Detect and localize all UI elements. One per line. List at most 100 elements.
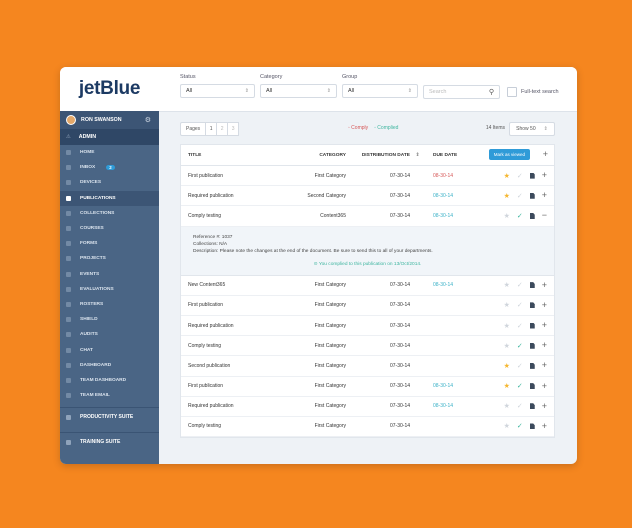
add-icon[interactable]: + — [543, 149, 548, 159]
row-title[interactable]: Required publication — [181, 193, 276, 199]
sidebar-item-collections[interactable]: COLLECTIONS — [60, 206, 159, 221]
expand-icon[interactable]: + — [542, 321, 547, 330]
expand-icon[interactable]: + — [542, 381, 547, 391]
page-3-button[interactable]: 3 — [228, 122, 240, 136]
collapse-icon[interactable]: − — [542, 211, 547, 220]
sidebar-item-home[interactable]: HOME — [60, 145, 159, 160]
row-title[interactable]: New Content365 — [181, 282, 276, 288]
sidebar-item-team-dashboard[interactable]: TEAM DASHBOARD — [60, 373, 159, 388]
sidebar-item-events[interactable]: EVENTS — [60, 267, 159, 282]
row-title[interactable]: First publication — [181, 302, 276, 308]
row-title[interactable]: Second publication — [181, 363, 276, 369]
star-icon[interactable]: ★ — [504, 402, 510, 410]
check-icon[interactable]: ✓ — [517, 362, 523, 370]
table-row[interactable]: Required publication First Category 07-30-… — [181, 316, 554, 337]
search-input[interactable]: Search ⚲ — [423, 85, 500, 99]
document-icon[interactable] — [529, 172, 535, 179]
check-icon[interactable]: ✓ — [517, 422, 523, 430]
sidebar-item-inbox[interactable]: INBOX 2 — [60, 160, 159, 175]
category-select[interactable]: All ⇕ — [260, 84, 337, 98]
header-distribution-date[interactable]: DISTRIBUTION DATE — [346, 153, 410, 158]
sidebar-item-projects[interactable]: PROJECTS — [60, 251, 159, 266]
sidebar-item-devices[interactable]: DEVICES — [60, 175, 159, 190]
user-row[interactable]: RON SWANSON ⚙ — [60, 111, 159, 129]
document-icon[interactable] — [529, 212, 535, 219]
row-title[interactable]: First publication — [181, 383, 276, 389]
expand-icon[interactable]: + — [542, 421, 547, 431]
document-icon[interactable] — [529, 423, 535, 430]
check-icon[interactable]: ✓ — [517, 172, 523, 180]
document-icon[interactable] — [529, 403, 535, 410]
table-row[interactable]: First publication First Category 07-30-14 0… — [181, 166, 554, 187]
check-icon[interactable]: ✓ — [517, 342, 523, 350]
header-category[interactable]: CATEGORY — [276, 153, 346, 158]
expand-icon[interactable]: + — [542, 280, 547, 290]
sidebar-item-shield[interactable]: SHIELD — [60, 312, 159, 327]
star-icon[interactable]: ★ — [504, 342, 510, 350]
star-icon[interactable]: ★ — [504, 281, 510, 289]
document-icon[interactable] — [529, 383, 535, 390]
expand-icon[interactable]: + — [542, 361, 547, 370]
fulltext-toggle[interactable]: Full-text search — [507, 87, 559, 97]
table-row[interactable]: Comply testing Content365 07-30-14 08-30-14… — [181, 206, 554, 227]
star-icon[interactable]: ★ — [504, 172, 510, 180]
star-icon[interactable]: ★ — [504, 192, 510, 200]
show-select[interactable]: Show 50 ⇕ — [509, 122, 555, 136]
document-icon[interactable] — [529, 192, 535, 199]
table-row[interactable]: First publication First Category 07-30-14 0… — [181, 377, 554, 397]
sidebar-item-team-email[interactable]: TEAM EMAIL — [60, 388, 159, 403]
star-icon[interactable]: ★ — [504, 382, 510, 390]
sidebar-item-chat[interactable]: CHAT — [60, 342, 159, 357]
star-icon[interactable]: ★ — [504, 212, 510, 220]
check-icon[interactable]: ✓ — [517, 402, 523, 410]
star-icon[interactable]: ★ — [504, 422, 510, 430]
row-title[interactable]: Required publication — [181, 403, 276, 409]
row-title[interactable]: Required publication — [181, 323, 276, 329]
row-title[interactable]: First publication — [181, 173, 276, 179]
table-row[interactable]: First publication First Category 07-30-14 ★… — [181, 296, 554, 316]
table-row[interactable]: Required publication Second Category 07-30… — [181, 186, 554, 207]
row-title[interactable]: Comply testing — [181, 213, 276, 219]
sidebar-item-publications[interactable]: PUBLICATIONS — [60, 190, 159, 206]
document-icon[interactable] — [529, 302, 535, 309]
sidebar-item-rosters[interactable]: ROSTERS — [60, 297, 159, 312]
table-row[interactable]: Second publication First Category 07-30-14… — [181, 356, 554, 377]
expand-icon[interactable]: + — [542, 171, 547, 180]
page-2-button[interactable]: 2 — [217, 122, 229, 136]
sidebar-item-evaluations[interactable]: EVALUATIONS — [60, 282, 159, 297]
check-icon[interactable]: ✓ — [517, 212, 523, 220]
table-row[interactable]: Comply testing First Category 07-30-14 ★ ✓ + — [181, 417, 554, 438]
sidebar-item-productivity-suite[interactable]: PRODUCTIVITY SUITE — [60, 407, 159, 426]
admin-section[interactable]: ⚠ ADMIN — [60, 129, 159, 145]
document-icon[interactable] — [529, 282, 535, 289]
row-title[interactable]: Comply testing — [181, 343, 276, 349]
document-icon[interactable] — [529, 342, 535, 349]
check-icon[interactable]: ✓ — [517, 301, 523, 309]
expand-icon[interactable]: + — [542, 300, 547, 310]
group-select[interactable]: All ⇕ — [342, 84, 418, 98]
fulltext-checkbox[interactable] — [507, 87, 517, 97]
table-row[interactable]: New Content365 First Category 07-30-14 08-3… — [181, 276, 554, 296]
check-icon[interactable]: ✓ — [517, 192, 523, 200]
star-icon[interactable]: ★ — [504, 301, 510, 309]
sidebar-item-training-suite[interactable]: TRAINING SUITE — [60, 432, 159, 451]
check-icon[interactable]: ✓ — [517, 281, 523, 289]
document-icon[interactable] — [529, 362, 535, 369]
table-row[interactable]: Required publication First Category 07-30-… — [181, 397, 554, 417]
status-select[interactable]: All ⇕ — [180, 84, 255, 98]
document-icon[interactable] — [529, 322, 535, 329]
page-1-button[interactable]: 1 — [206, 122, 218, 136]
jetblue-logo[interactable]: jetBlue — [60, 67, 159, 111]
star-icon[interactable]: ★ — [504, 322, 510, 330]
table-row[interactable]: Comply testing First Category 07-30-14 ★ ✓ + — [181, 336, 554, 357]
sidebar-item-forms[interactable]: FORMS — [60, 236, 159, 251]
sidebar-item-audits[interactable]: AUDITS — [60, 327, 159, 342]
expand-icon[interactable]: + — [542, 191, 547, 200]
check-icon[interactable]: ✓ — [517, 322, 523, 330]
sidebar-item-courses[interactable]: COURSES — [60, 221, 159, 236]
header-due-date[interactable]: DUE DATE — [425, 153, 475, 158]
star-icon[interactable]: ★ — [504, 362, 510, 370]
row-title[interactable]: Comply testing — [181, 423, 276, 429]
sidebar-item-dashboard[interactable]: DASHBOARD — [60, 358, 159, 373]
check-icon[interactable]: ✓ — [517, 382, 523, 390]
